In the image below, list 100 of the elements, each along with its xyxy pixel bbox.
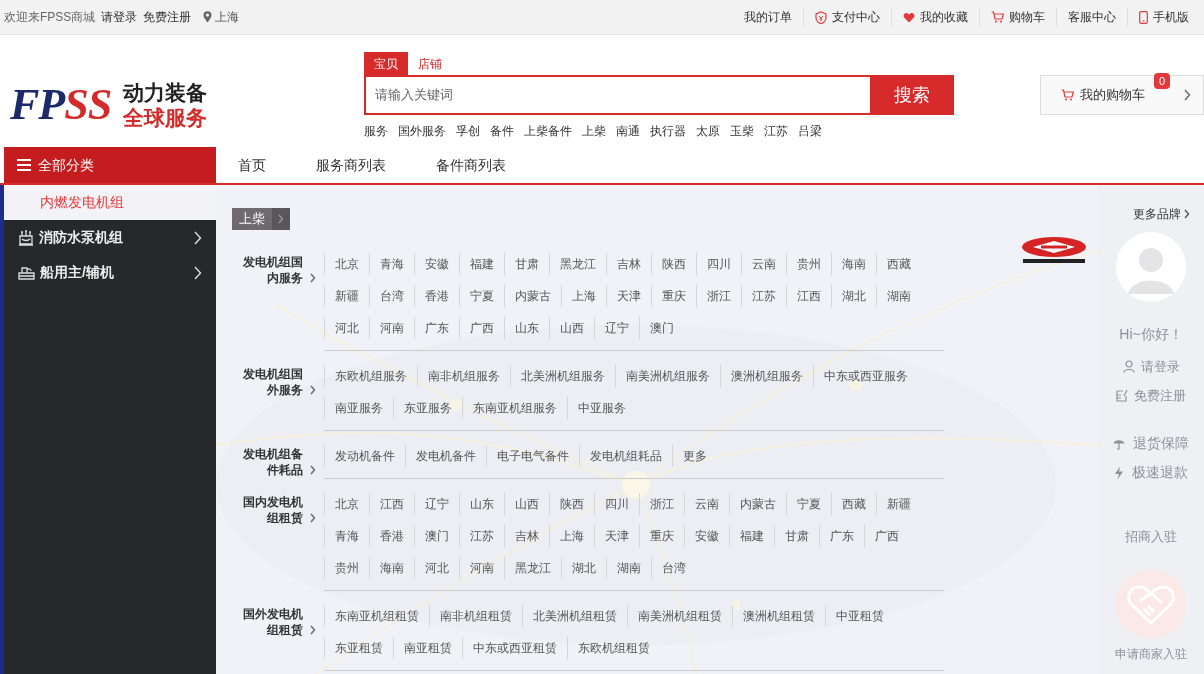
category-link[interactable]: 北美洲机组租赁 xyxy=(522,605,627,627)
category-link[interactable]: 重庆 xyxy=(651,285,696,307)
category-link[interactable]: 香港 xyxy=(369,525,414,547)
category-link[interactable]: 湖南 xyxy=(876,285,921,307)
category-link[interactable]: 宁夏 xyxy=(459,285,504,307)
category-link[interactable]: 山西 xyxy=(549,317,594,339)
category-link[interactable]: 河北 xyxy=(414,557,459,579)
hot-search-link[interactable]: 南通 xyxy=(616,122,640,140)
nav-link[interactable]: 首页 xyxy=(238,154,266,176)
category-link[interactable]: 澳洲机组服务 xyxy=(720,365,813,387)
category-item[interactable]: 船用主/辅机 xyxy=(4,255,216,290)
category-link[interactable]: 台湾 xyxy=(369,285,414,307)
category-link[interactable]: 山西 xyxy=(504,493,549,515)
category-link[interactable]: 陕西 xyxy=(549,493,594,515)
category-link[interactable]: 甘肃 xyxy=(774,525,819,547)
hot-search-link[interactable]: 执行器 xyxy=(650,122,686,140)
category-link[interactable]: 中亚租赁 xyxy=(825,605,894,627)
category-link[interactable]: 江苏 xyxy=(459,525,504,547)
category-link[interactable]: 发动机备件 xyxy=(324,445,405,467)
category-link[interactable]: 中亚服务 xyxy=(567,397,636,419)
all-categories-button[interactable]: 全部分类 xyxy=(4,147,216,183)
category-link[interactable]: 北京 xyxy=(324,493,369,515)
category-link[interactable]: 江西 xyxy=(786,285,831,307)
top-link[interactable]: 购物车 xyxy=(979,8,1056,26)
search-button[interactable]: 搜索 xyxy=(870,75,954,115)
category-link[interactable]: 河南 xyxy=(369,317,414,339)
category-link[interactable]: 四川 xyxy=(594,493,639,515)
category-link[interactable]: 东亚租赁 xyxy=(324,637,393,659)
category-link[interactable]: 黑龙江 xyxy=(549,253,606,275)
category-link[interactable]: 甘肃 xyxy=(504,253,549,275)
category-link[interactable]: 澳门 xyxy=(414,525,459,547)
category-link[interactable]: 内蒙古 xyxy=(504,285,561,307)
hot-search-link[interactable]: 吕梁 xyxy=(798,122,822,140)
category-link[interactable]: 发电机备件 xyxy=(405,445,486,467)
category-link[interactable]: 河南 xyxy=(459,557,504,579)
category-link[interactable]: 中东或西亚租赁 xyxy=(462,637,567,659)
category-link[interactable]: 东欧机组租赁 xyxy=(567,637,660,659)
category-link[interactable]: 澳洲机组租赁 xyxy=(732,605,825,627)
category-link[interactable]: 福建 xyxy=(729,525,774,547)
category-link[interactable]: 东欧机组服务 xyxy=(324,365,417,387)
category-link[interactable]: 东南亚机组服务 xyxy=(462,397,567,419)
breadcrumb-chip[interactable]: 上柴 xyxy=(232,207,290,230)
category-link[interactable]: 广西 xyxy=(864,525,909,547)
section-title[interactable]: 国外发电机组租赁 xyxy=(232,606,316,638)
city-selector[interactable]: 上海 xyxy=(203,8,240,26)
top-link[interactable]: 我的收藏 xyxy=(891,8,979,26)
category-link[interactable]: 浙江 xyxy=(639,493,684,515)
category-link[interactable]: 江苏 xyxy=(741,285,786,307)
category-link[interactable]: 东亚服务 xyxy=(393,397,462,419)
category-link[interactable]: 湖北 xyxy=(561,557,606,579)
category-link[interactable]: 四川 xyxy=(696,253,741,275)
category-link[interactable]: 上海 xyxy=(561,285,606,307)
login-link[interactable]: 请登录 xyxy=(101,8,138,26)
category-link[interactable]: 南非机组租赁 xyxy=(429,605,522,627)
category-link[interactable]: 东南亚机组租赁 xyxy=(324,605,429,627)
section-title[interactable]: 发电机组国内服务 xyxy=(232,254,316,286)
hot-search-link[interactable]: 备件 xyxy=(490,122,514,140)
category-link[interactable]: 南美洲机组租赁 xyxy=(627,605,732,627)
category-link[interactable]: 香港 xyxy=(414,285,459,307)
category-link[interactable]: 宁夏 xyxy=(786,493,831,515)
category-link[interactable]: 发电机组耗品 xyxy=(579,445,672,467)
category-link[interactable]: 山东 xyxy=(504,317,549,339)
top-link[interactable]: 客服中心 xyxy=(1056,8,1127,26)
category-link[interactable]: 贵州 xyxy=(786,253,831,275)
category-item[interactable]: 消防水泵机组 xyxy=(4,220,216,255)
category-link[interactable]: 陕西 xyxy=(651,253,696,275)
category-link[interactable]: 中东或西亚服务 xyxy=(813,365,918,387)
category-link[interactable]: 江西 xyxy=(369,493,414,515)
top-link[interactable]: 手机版 xyxy=(1127,8,1200,26)
category-link[interactable]: 青海 xyxy=(324,525,369,547)
category-link[interactable]: 云南 xyxy=(741,253,786,275)
hot-search-link[interactable]: 上柴 xyxy=(582,122,606,140)
nav-link[interactable]: 备件商列表 xyxy=(436,154,506,176)
category-link[interactable]: 浙江 xyxy=(696,285,741,307)
category-link[interactable]: 西藏 xyxy=(831,493,876,515)
category-link[interactable]: 台湾 xyxy=(651,557,696,579)
category-link[interactable]: 北美洲机组服务 xyxy=(510,365,615,387)
hot-search-link[interactable]: 服务 xyxy=(364,122,388,140)
category-link[interactable]: 澳门 xyxy=(639,317,684,339)
category-link[interactable]: 南美洲机组服务 xyxy=(615,365,720,387)
category-link[interactable]: 云南 xyxy=(684,493,729,515)
category-link[interactable]: 新疆 xyxy=(876,493,921,515)
category-link[interactable]: 吉林 xyxy=(606,253,651,275)
hot-search-link[interactable]: 孚创 xyxy=(456,122,480,140)
section-title[interactable]: 发电机组备件耗品 xyxy=(232,446,316,478)
category-link[interactable]: 南亚租赁 xyxy=(393,637,462,659)
hot-search-link[interactable]: 江苏 xyxy=(764,122,788,140)
section-title[interactable]: 国内发电机组租赁 xyxy=(232,494,316,526)
category-link[interactable]: 青海 xyxy=(369,253,414,275)
category-link[interactable]: 南亚服务 xyxy=(324,397,393,419)
category-link[interactable]: 西藏 xyxy=(876,253,921,275)
category-link[interactable]: 电子电气备件 xyxy=(486,445,579,467)
category-link[interactable]: 贵州 xyxy=(324,557,369,579)
category-link[interactable]: 广西 xyxy=(459,317,504,339)
category-link[interactable]: 重庆 xyxy=(639,525,684,547)
more-brands-link[interactable]: 更多品牌 xyxy=(1133,205,1204,223)
category-link[interactable]: 上海 xyxy=(549,525,594,547)
category-link[interactable]: 黑龙江 xyxy=(504,557,561,579)
category-link[interactable]: 辽宁 xyxy=(414,493,459,515)
section-title[interactable]: 发电机组国外服务 xyxy=(232,366,316,398)
